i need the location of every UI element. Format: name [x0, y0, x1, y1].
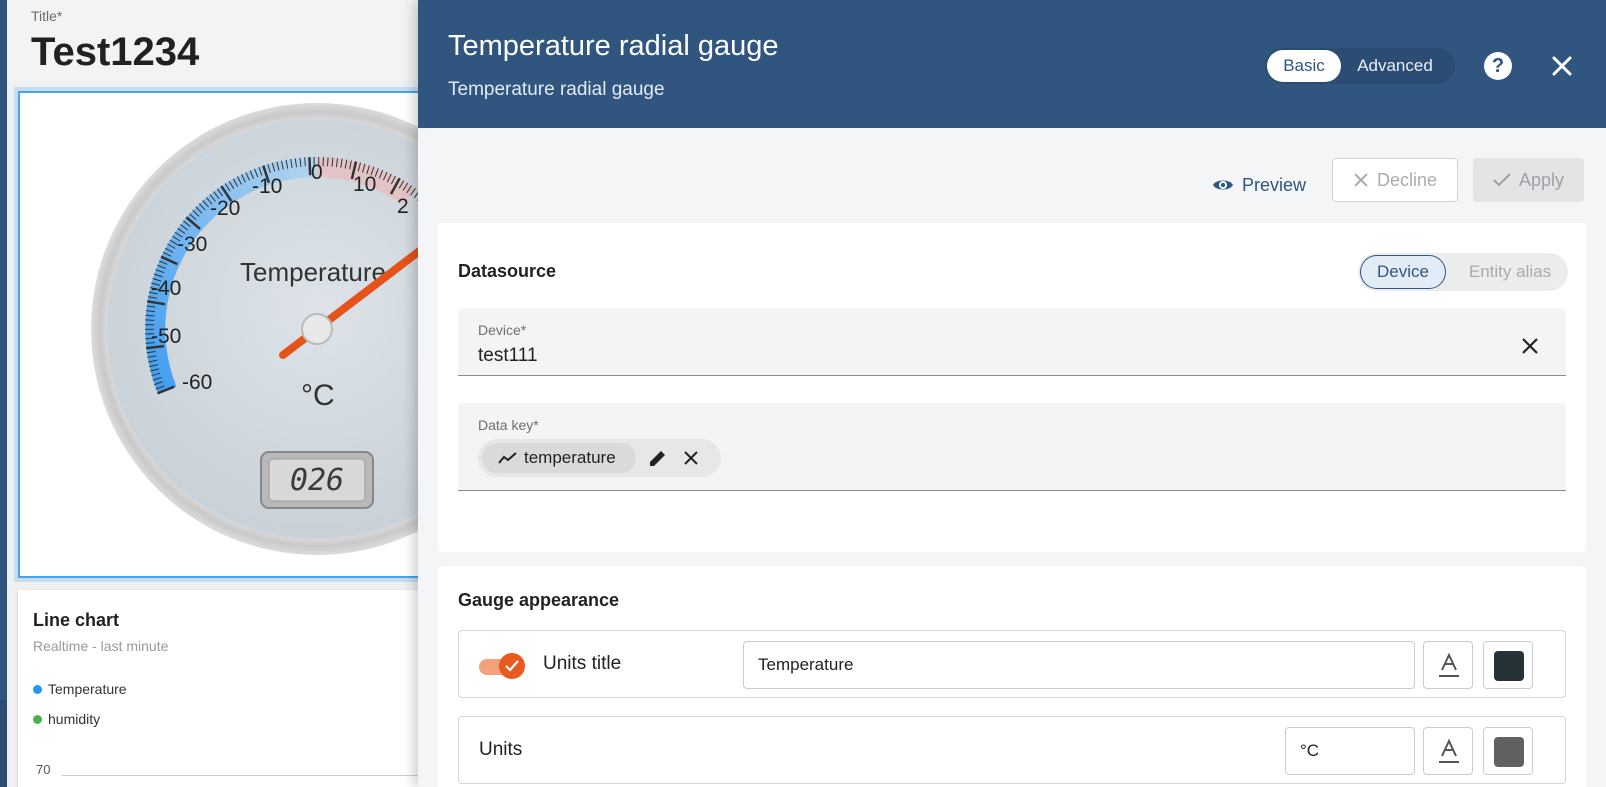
legend-label: humidity: [48, 711, 101, 727]
device-field-value[interactable]: test111: [478, 345, 538, 367]
edit-icon[interactable]: [647, 447, 669, 469]
line-chart-widget[interactable]: Line chart Realtime - last minute Temper…: [18, 590, 420, 787]
legend-item-humidity[interactable]: humidity: [33, 711, 100, 727]
toggle-knob: [499, 653, 525, 679]
decline-label: Decline: [1376, 169, 1438, 190]
dashboard-title-area[interactable]: Title* Test1234: [7, 0, 420, 80]
gauge-needle-hub: [301, 313, 333, 345]
dashboard-sidebar: [0, 0, 7, 787]
color-swatch: [1494, 737, 1524, 767]
gauge-units: °C: [301, 379, 335, 412]
mode-basic-button[interactable]: Basic: [1267, 50, 1341, 82]
preview-label: Preview: [1242, 174, 1307, 195]
remove-icon[interactable]: [681, 448, 701, 468]
units-title-label: Units title: [543, 653, 622, 674]
preview-button[interactable]: Preview: [1212, 163, 1306, 207]
close-icon: [1354, 173, 1368, 187]
units-title-row: Units title Temperature: [458, 630, 1566, 698]
gauge-minor-tick: [145, 319, 155, 321]
units-row: Units °C: [458, 716, 1566, 784]
gauge-appearance-card: Gauge appearance Units title Temperature: [438, 566, 1586, 787]
apply-label: Apply: [1518, 169, 1565, 190]
apply-button[interactable]: Apply: [1473, 158, 1584, 202]
data-key-field[interactable]: Data key* temperature: [458, 403, 1566, 491]
units-input[interactable]: °C: [1285, 727, 1415, 775]
radial-gauge: -60 -50 -40 -30 -20 -10 0 10 2 Temperatu…: [91, 103, 420, 555]
gauge-tick-label: -50: [151, 325, 181, 348]
legend-item-temperature[interactable]: Temperature: [33, 681, 127, 697]
check-icon: [505, 660, 519, 672]
gauge-minor-tick: [304, 157, 306, 167]
legend-label: Temperature: [48, 681, 127, 697]
data-key-chip-label-area[interactable]: temperature: [482, 443, 636, 473]
widget-settings-panel: Temperature radial gauge Temperature rad…: [418, 0, 1606, 787]
units-label: Units: [479, 739, 523, 760]
datasource-card: Datasource Device Entity alias Device* t…: [438, 223, 1586, 552]
timeseries-icon: [498, 452, 517, 464]
line-chart-title: Line chart: [33, 610, 120, 630]
panel-body: Preview Decline Apply Datasource Device …: [418, 128, 1606, 787]
datasource-type-toggle: Device Entity alias: [1358, 253, 1568, 291]
data-key-chip-label: temperature: [524, 448, 616, 467]
legend-dot: [33, 714, 42, 724]
mode-toggle: Basic Advanced: [1265, 48, 1455, 84]
text-format-icon: [1439, 738, 1459, 763]
eye-icon: [1213, 180, 1233, 190]
gauge-appearance-title: Gauge appearance: [458, 590, 620, 610]
help-icon[interactable]: ?: [1484, 52, 1512, 80]
units-title-toggle[interactable]: [479, 653, 525, 679]
close-icon[interactable]: [1546, 50, 1578, 82]
check-icon: [1493, 173, 1511, 187]
gauge-tick-label: -10: [252, 175, 282, 198]
line-chart-subtitle: Realtime - last minute: [33, 638, 169, 654]
units-font-button[interactable]: [1423, 727, 1473, 775]
datasource-title: Datasource: [458, 261, 557, 281]
radial-gauge-widget[interactable]: -60 -50 -40 -30 -20 -10 0 10 2 Temperatu…: [18, 91, 420, 578]
gauge-tick-label: -60: [182, 371, 212, 394]
color-swatch: [1494, 651, 1524, 681]
gauge-title: Temperature: [240, 257, 386, 287]
dashboard-sidebar-lower: [0, 700, 7, 787]
units-title-input[interactable]: Temperature: [743, 641, 1415, 689]
units-title-font-button[interactable]: [1423, 641, 1473, 689]
dashboard-background: Title* Test1234 -60 -50 -40 -30 -20 -10 …: [0, 0, 420, 787]
device-field[interactable]: Device* test111: [458, 308, 1566, 376]
decline-button[interactable]: Decline: [1332, 158, 1458, 202]
gauge-minor-tick: [145, 314, 155, 317]
gauge-tick-label: -40: [151, 277, 181, 300]
dashboard-title-value[interactable]: Test1234: [31, 30, 199, 75]
gauge-tick-label: 2: [397, 195, 409, 218]
data-key-chip[interactable]: temperature: [478, 439, 721, 477]
units-title-color-button[interactable]: [1483, 641, 1533, 689]
chart-grid: [62, 775, 420, 787]
datasource-type-device[interactable]: Device: [1360, 255, 1446, 289]
gauge-value-display: 026: [290, 463, 344, 498]
datasource-type-entity-alias[interactable]: Entity alias: [1456, 255, 1564, 289]
clear-icon[interactable]: [1518, 334, 1542, 358]
panel-title: Temperature radial gauge: [448, 30, 779, 62]
text-format-icon: [1439, 652, 1459, 677]
dashboard-title-label: Title*: [31, 8, 63, 24]
gauge-tick-label: -20: [210, 197, 240, 220]
panel-subtitle: Temperature radial gauge: [448, 79, 665, 100]
gauge-tick-label: 10: [353, 173, 376, 196]
device-field-label: Device*: [478, 322, 527, 338]
panel-header: Temperature radial gauge Temperature rad…: [418, 0, 1606, 128]
legend-dot: [33, 684, 42, 694]
gauge-tick-label: -30: [177, 233, 207, 256]
mode-advanced-button[interactable]: Advanced: [1345, 50, 1445, 82]
units-color-button[interactable]: [1483, 727, 1533, 775]
gauge-minor-tick: [327, 157, 329, 167]
data-key-label: Data key*: [478, 417, 539, 433]
gauge-tick-label: 0: [311, 161, 323, 184]
y-axis-tick-label: 70: [36, 762, 51, 777]
